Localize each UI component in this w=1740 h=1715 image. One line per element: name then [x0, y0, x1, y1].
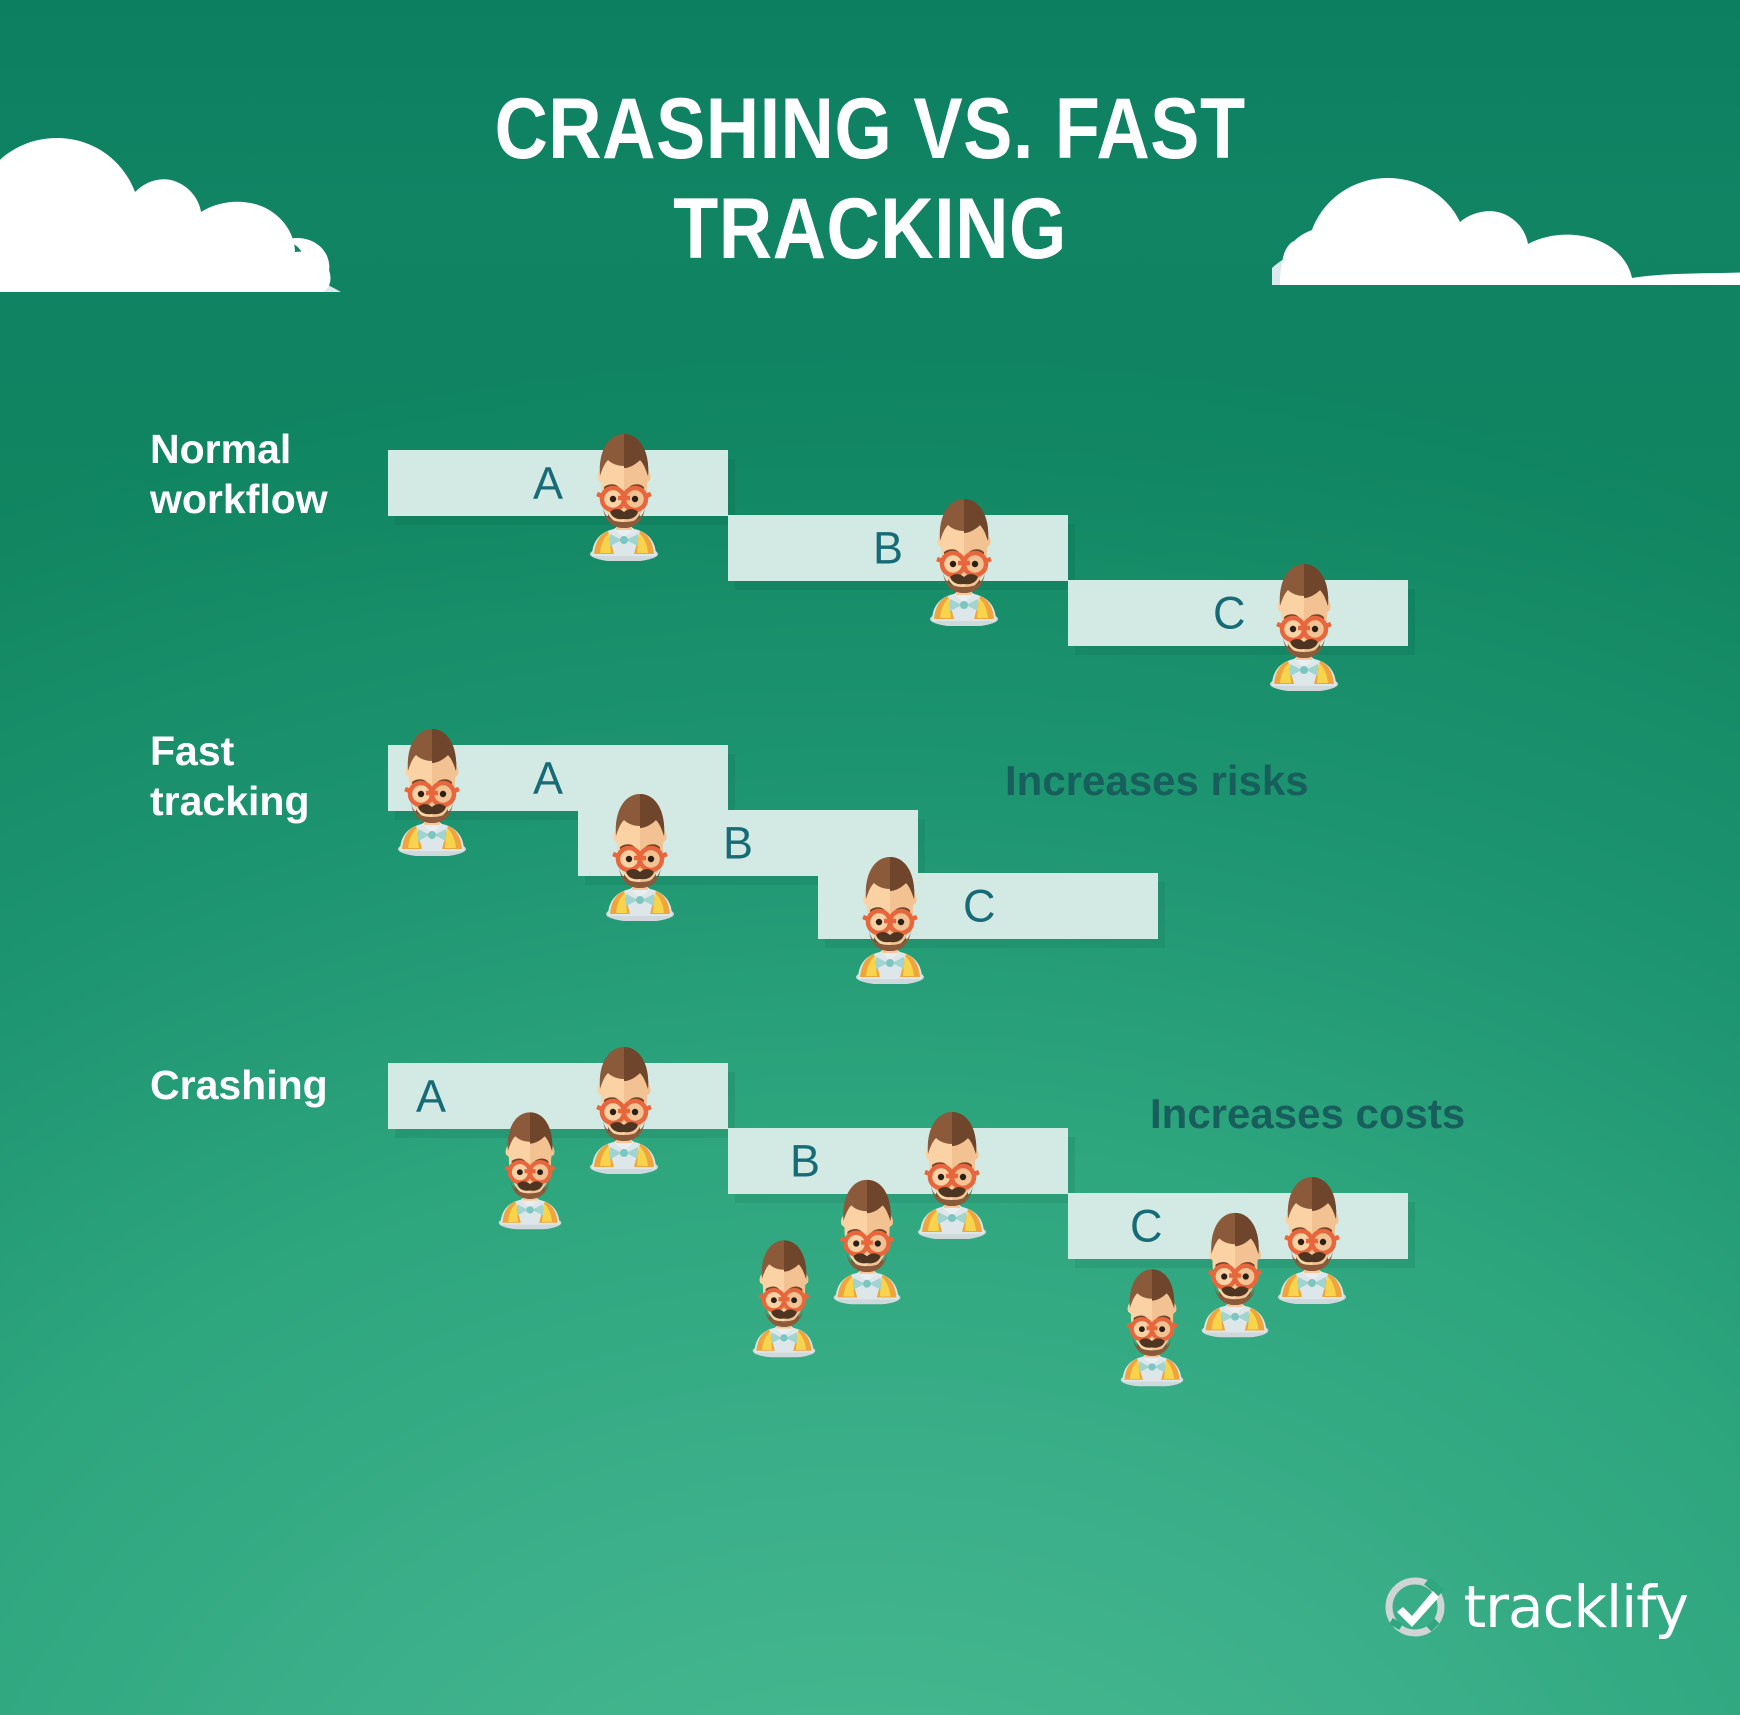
avatar-worker-icon — [818, 1172, 916, 1309]
clock-check-icon — [1385, 1577, 1445, 1637]
task-bar-letter: A — [533, 752, 564, 804]
avatar-worker-icon — [574, 426, 674, 566]
avatar-worker-icon — [382, 721, 482, 861]
avatar-worker-icon — [738, 1233, 830, 1362]
page-title-line-2: TRACKING — [673, 180, 1067, 277]
avatar-worker-icon — [574, 1039, 674, 1179]
task-bar-normal-workflow-b[interactable]: B — [728, 515, 1068, 581]
avatar-worker-icon — [1254, 556, 1354, 696]
avatar-worker-icon — [914, 491, 1014, 631]
page-title: CRASHING VS. FAST TRACKING — [122, 80, 1618, 280]
avatar-worker-icon — [1186, 1205, 1284, 1342]
task-bar-letter: A — [416, 1070, 447, 1122]
task-bar-normal-workflow-a[interactable]: A — [388, 450, 728, 516]
avatar-worker-icon — [484, 1105, 576, 1234]
task-bar-letter: B — [873, 522, 904, 574]
task-bar-letter: C — [963, 880, 996, 932]
avatar-worker-icon — [840, 849, 940, 989]
avatar-worker-icon — [590, 786, 690, 926]
avatar-worker-icon — [902, 1104, 1002, 1244]
task-bar-letter: C — [1130, 1200, 1163, 1252]
row-note-fast-tracking: Increases risks — [1005, 757, 1309, 804]
avatar-worker-icon — [1106, 1262, 1198, 1391]
task-bar-letter: C — [1213, 587, 1246, 639]
logo-wordmark: tracklify — [1463, 1573, 1689, 1641]
task-bar-letter: A — [533, 457, 564, 509]
task-bar-letter: B — [790, 1135, 821, 1187]
page-title-line-1: CRASHING VS. FAST — [494, 81, 1246, 177]
task-bar-letter: B — [723, 817, 754, 869]
row-note-crashing: Increases costs — [1150, 1090, 1466, 1137]
tracklify-logo[interactable]: tracklify — [1383, 1573, 1689, 1641]
task-bar-normal-workflow-c[interactable]: C — [1068, 580, 1408, 646]
